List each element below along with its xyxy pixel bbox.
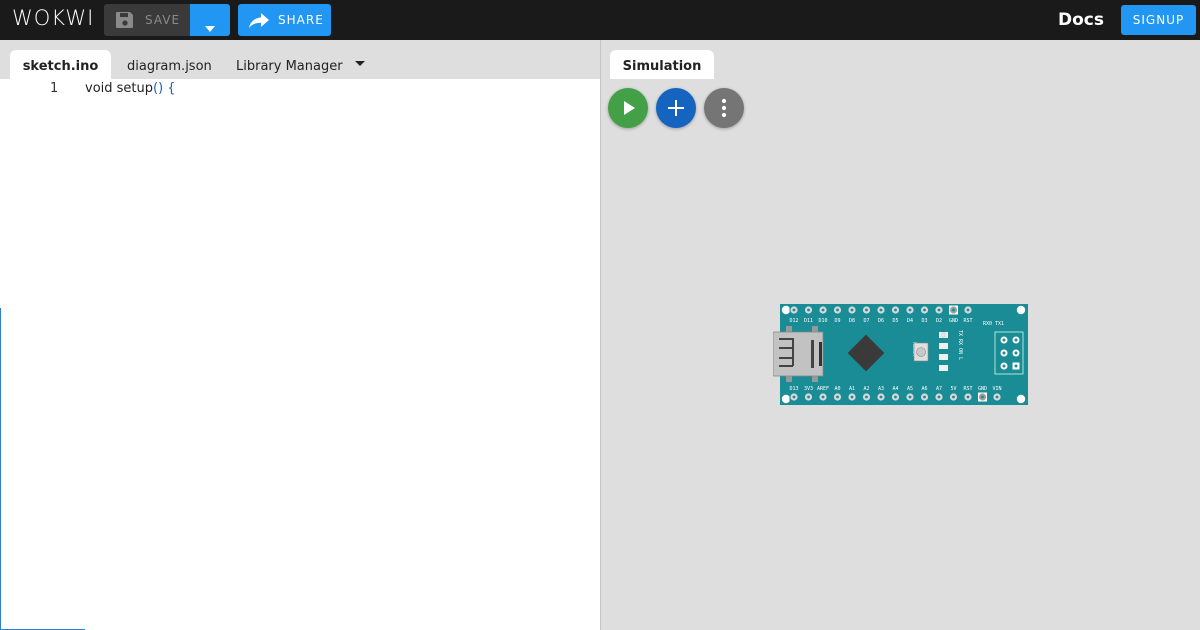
header-pin-hole: [821, 308, 825, 312]
header-pin-hole: [923, 308, 926, 312]
pin-label-d11: D11: [804, 318, 813, 324]
pin-label-a5: A5: [907, 386, 913, 392]
save-label: SAVE: [145, 13, 181, 27]
more-options-button[interactable]: [704, 88, 744, 128]
pin-label-d3: D3: [921, 318, 927, 324]
pin-label-d10: D10: [818, 318, 827, 324]
line-number: 1: [50, 81, 59, 96]
header-pin-hole: [966, 308, 970, 312]
header-pin-hole: [908, 395, 912, 399]
share-label: SHARE: [278, 13, 324, 27]
pin-label-a1: A1: [849, 386, 855, 392]
code-area[interactable]: 1 void setup() {: [0, 79, 600, 630]
mount-hole: [1016, 394, 1026, 404]
pin-label-a4: A4: [892, 386, 898, 392]
header-pin-hole: [807, 308, 810, 312]
wokwi-logo[interactable]: WOKWI: [12, 6, 94, 30]
simulation-panel: Simulation D12 D11 D10 D9 D8 D7 D6 D5 D4 D3 D2 GND R…: [601, 40, 1200, 630]
pin-label-a0: A0: [834, 386, 840, 392]
header-pin-hole: [966, 395, 970, 399]
mount-hole: [781, 305, 791, 315]
more-vert-icon: [721, 98, 727, 118]
serial-label: RX0 TX1: [983, 321, 1004, 327]
pin-label-d9: D9: [834, 318, 840, 324]
header-pin-hole: [879, 308, 883, 312]
header-pin-hole: [821, 395, 825, 399]
start-simulation-button[interactable]: [608, 88, 648, 128]
pin-label-d5: D5: [892, 318, 898, 324]
tabs-menu-chevron-down-icon[interactable]: [355, 61, 365, 66]
pin-label-gnd: GND: [978, 386, 987, 392]
save-icon: [115, 11, 135, 32]
tab-simulation[interactable]: Simulation: [610, 50, 714, 79]
tab-sketch-ino[interactable]: sketch.ino: [10, 50, 111, 79]
signup-button[interactable]: SIGNUP: [1121, 5, 1196, 35]
pin-label-d7: D7: [863, 318, 869, 324]
pin-label-vin: VIN: [992, 386, 1001, 392]
header-pin-hole: [865, 395, 868, 399]
header-pin-hole: [894, 308, 897, 312]
add-part-button[interactable]: [656, 88, 696, 128]
code-editor-panel: sketch.ino diagram.json Library Manager …: [0, 40, 600, 630]
pin-label-aref: AREF: [817, 386, 829, 392]
pin-label-a6: A6: [921, 386, 927, 392]
pin-label-d12: D12: [789, 318, 798, 324]
header-pin-hole: [836, 395, 839, 399]
pin-label-a7: A7: [936, 386, 942, 392]
code-text: void setup: [85, 81, 154, 96]
header-pin-hole: [792, 395, 796, 399]
header-pin-hole: [865, 308, 868, 312]
pin-label-d4: D4: [907, 318, 913, 324]
pin-label-d6: D6: [878, 318, 884, 324]
chevron-down-icon: [205, 17, 215, 36]
header-pin-hole: [850, 308, 854, 312]
code-punctuation: () {: [153, 81, 176, 96]
share-icon: [248, 12, 270, 31]
header-pin-hole: [836, 308, 839, 312]
header-pin-hole: [850, 395, 854, 399]
header-pin-hole: [937, 308, 941, 312]
header-pin-hole: [952, 395, 955, 399]
editor-focus-border: [0, 308, 1, 630]
pin-label-a3: A3: [878, 386, 884, 392]
header-pin-hole: [807, 395, 810, 399]
led-labels: TX RX ON L: [957, 330, 963, 360]
mount-hole: [1016, 305, 1026, 315]
code-line[interactable]: void setup() {: [85, 81, 176, 96]
header-pin-hole: [879, 395, 883, 399]
tab-diagram-json[interactable]: diagram.json: [127, 50, 212, 79]
tab-library-manager[interactable]: Library Manager: [236, 50, 343, 79]
header-pin-hole: [894, 395, 897, 399]
pin-label-d8: D8: [849, 318, 855, 324]
save-button[interactable]: SAVE: [104, 4, 190, 36]
save-options-button[interactable]: [190, 4, 230, 36]
pin-label-d13: D13: [789, 386, 798, 392]
reset-button-cap: [916, 347, 926, 357]
pin-label-rst: RST: [963, 318, 972, 324]
header-pin-hole: [937, 395, 941, 399]
docs-link[interactable]: Docs: [1058, 10, 1104, 30]
play-icon: [624, 101, 635, 115]
header-pin-hole: [981, 395, 984, 399]
header-pin-hole: [952, 308, 955, 312]
share-button[interactable]: SHARE: [238, 4, 331, 36]
pin-label-3v3: 3V3: [804, 386, 813, 392]
header-pin-hole: [908, 308, 912, 312]
pin-label-d2: D2: [936, 318, 942, 324]
pin-label-rst: RST: [963, 386, 972, 392]
pin-label-a2: A2: [863, 386, 869, 392]
top-bar: WOKWI SAVE SHARE Docs SIGNUP: [0, 0, 1200, 40]
add-icon: [668, 100, 684, 116]
header-pin-hole: [923, 395, 926, 399]
header-pin-hole: [995, 395, 999, 399]
mount-hole: [781, 394, 791, 404]
arduino-nano-board[interactable]: D12 D11 D10 D9 D8 D7 D6 D5 D4 D3 D2 GND RST D13 3V3 AR…: [773, 302, 1033, 408]
usb-connector: [773, 326, 824, 382]
pin-label-5v: 5V: [950, 386, 956, 392]
pin-label-gnd: GND: [949, 318, 958, 324]
header-pin-hole: [792, 308, 796, 312]
